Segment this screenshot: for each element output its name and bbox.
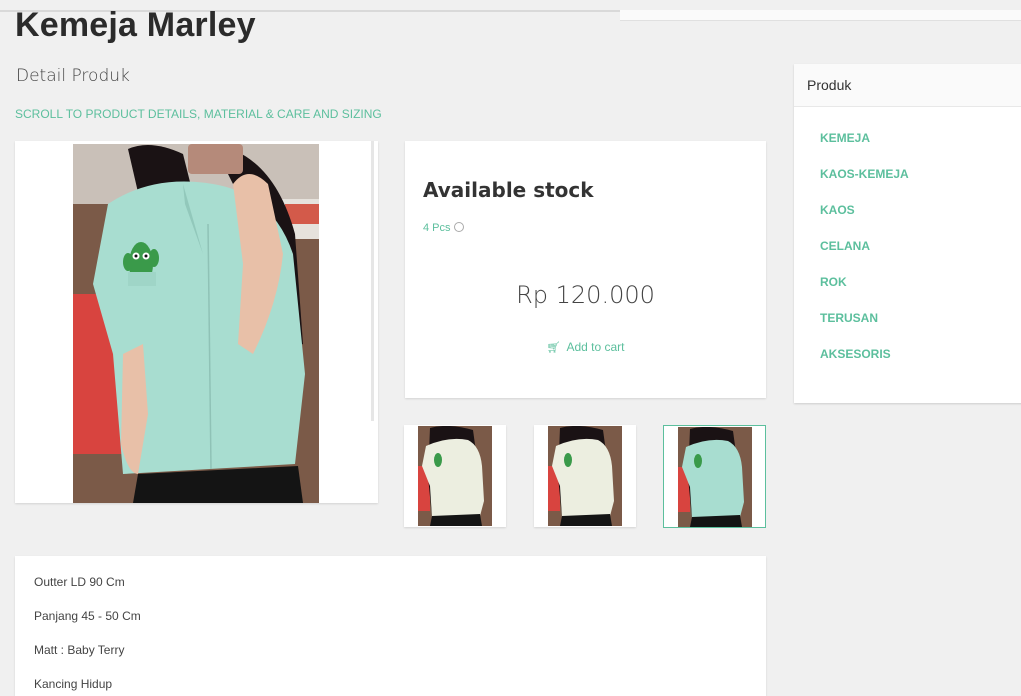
thumbnail-photo xyxy=(418,426,492,526)
thumbnail-3-selected[interactable] xyxy=(663,425,766,528)
stock-title: Available stock xyxy=(423,178,594,202)
thumbnail-photo xyxy=(548,426,622,526)
info-circle-icon[interactable] xyxy=(453,222,464,233)
image-scroll-divider xyxy=(371,141,374,421)
top-bar-box xyxy=(620,10,1021,21)
page-subtitle: Detail Produk xyxy=(16,66,130,86)
page-title: Kemeja Marley xyxy=(15,6,256,44)
thumbnail-1[interactable] xyxy=(404,425,506,527)
stock-card: Available stock 4 Pcs Rp 120.000 🛒︎ Add t… xyxy=(405,141,766,398)
category-terusan[interactable]: TERUSAN xyxy=(820,311,878,325)
description-line: Kancing Hidup xyxy=(34,677,113,691)
scroll-to-details-link[interactable]: SCROLL TO PRODUCT DETAILS, MATERIAL & CA… xyxy=(15,107,382,121)
category-kemeja[interactable]: KEMEJA xyxy=(820,131,870,145)
shopping-cart-icon: 🛒︎ xyxy=(546,342,561,354)
category-celana[interactable]: CELANA xyxy=(820,239,870,253)
add-to-cart-button[interactable]: 🛒︎ Add to cart xyxy=(405,340,766,354)
product-photo xyxy=(73,144,319,503)
add-to-cart-label: Add to cart xyxy=(566,340,625,354)
category-rok[interactable]: ROK xyxy=(820,275,847,289)
main-product-image[interactable] xyxy=(15,141,378,503)
product-description: Outter LD 90 Cm Panjang 45 - 50 Cm Matt … xyxy=(15,556,766,696)
description-line: Panjang 45 - 50 Cm xyxy=(34,609,141,623)
category-sidebar: Produk KEMEJA KAOS-KEMEJA KAOS CELANA RO… xyxy=(794,64,1021,403)
thumbnail-photo xyxy=(678,427,752,527)
category-aksesoris[interactable]: AKSESORIS xyxy=(820,347,891,361)
description-line: Outter LD 90 Cm xyxy=(34,575,125,589)
category-kaos[interactable]: KAOS xyxy=(820,203,855,217)
thumbnail-2[interactable] xyxy=(534,425,636,527)
product-price: Rp 120.000 xyxy=(516,281,655,309)
stock-quantity: 4 Pcs xyxy=(423,222,464,234)
sidebar-header: Produk xyxy=(794,64,1021,107)
category-kaos-kemeja[interactable]: KAOS-KEMEJA xyxy=(820,167,909,181)
stock-quantity-text: 4 Pcs xyxy=(423,222,451,234)
description-line: Matt : Baby Terry xyxy=(34,643,125,657)
sidebar-title: Produk xyxy=(807,77,852,93)
